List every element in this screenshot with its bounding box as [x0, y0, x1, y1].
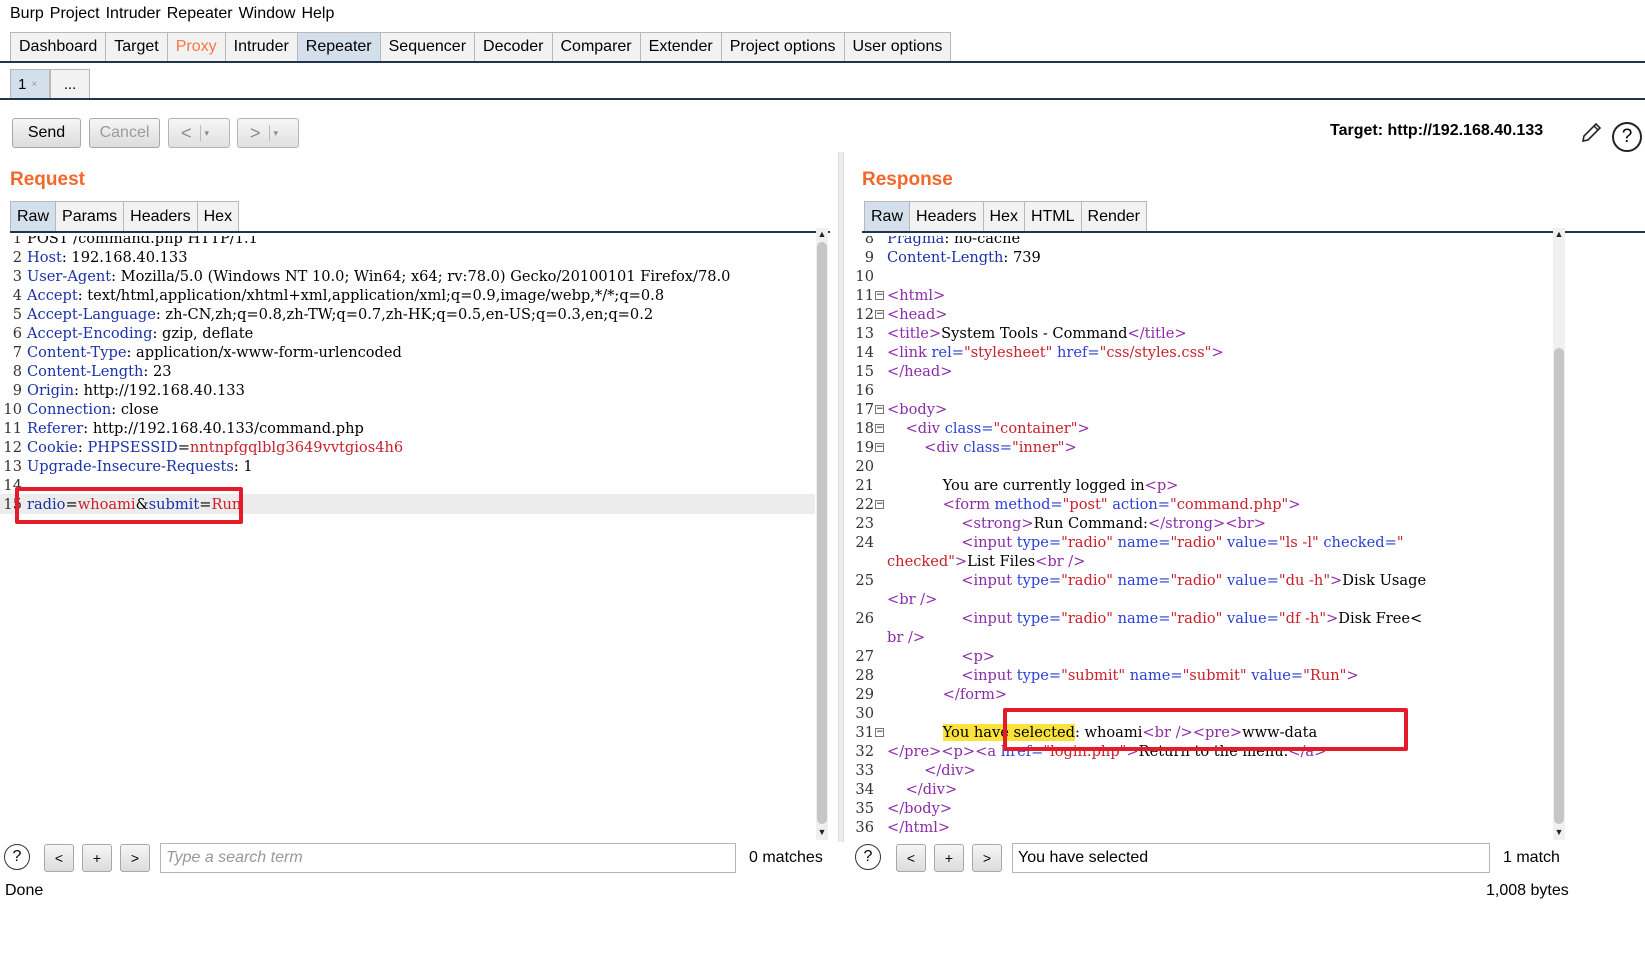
menu-bar: Burp Project Intruder Repeater Window He… [0, 0, 1645, 27]
response-tabs: Raw Headers Hex HTML Render [864, 201, 1147, 232]
tab-project-options[interactable]: Project options [720, 32, 844, 62]
menu-burp[interactable]: Burp [10, 5, 44, 23]
response-match-count: 1 match [1503, 849, 1560, 866]
menu-intruder[interactable]: Intruder [106, 5, 161, 23]
menu-help[interactable]: Help [301, 5, 334, 23]
chevron-left-icon: < [181, 122, 192, 143]
menu-project[interactable]: Project [50, 5, 100, 23]
tab-target[interactable]: Target [105, 32, 167, 62]
search-options-button[interactable]: + [934, 844, 964, 872]
response-output-highlight-box [1003, 708, 1408, 751]
search-next-button[interactable]: > [972, 844, 1002, 872]
tab-sequencer[interactable]: Sequencer [379, 32, 475, 62]
close-icon[interactable]: × [31, 79, 37, 90]
cancel-button[interactable]: Cancel [89, 118, 160, 148]
tab-response-raw[interactable]: Raw [864, 201, 910, 232]
tab-request-hex[interactable]: Hex [196, 201, 240, 232]
repeater-tabs-divider [0, 98, 1645, 100]
search-prev-button[interactable]: < [896, 844, 926, 872]
request-scrollbar[interactable]: ▲ ▼ [816, 228, 828, 840]
main-tabs-divider [0, 61, 1645, 63]
request-tabs: Raw Params Headers Hex [10, 201, 240, 232]
tab-repeater[interactable]: Repeater [296, 32, 380, 62]
scroll-up-icon[interactable]: ▲ [816, 228, 828, 240]
scroll-thumb[interactable] [817, 242, 827, 824]
target-label: Target: http://192.168.40.133 [1330, 122, 1544, 139]
menu-repeater[interactable]: Repeater [167, 5, 233, 23]
help-icon[interactable]: ? [855, 844, 881, 870]
chevron-right-icon: > [250, 122, 261, 143]
request-body-highlight-box [15, 487, 243, 524]
tab-user-options[interactable]: User options [843, 32, 952, 62]
response-scrollbar[interactable]: ▲ ▼ [1553, 228, 1565, 840]
tab-response-hex[interactable]: Hex [982, 201, 1024, 232]
request-tabs-divider [10, 231, 830, 233]
search-options-button[interactable]: + [82, 844, 112, 872]
dropdown-arrow-icon[interactable]: ▾ [199, 125, 209, 141]
tab-proxy[interactable]: Proxy [166, 32, 225, 62]
pencil-icon[interactable] [1578, 120, 1604, 146]
tab-dashboard[interactable]: Dashboard [10, 32, 106, 62]
scroll-down-icon[interactable]: ▼ [816, 826, 828, 838]
repeater-tabs: 1 × ... [10, 69, 90, 99]
response-title: Response [862, 169, 953, 190]
help-icon[interactable]: ? [4, 844, 30, 870]
search-prev-button[interactable]: < [44, 844, 74, 872]
response-tabs-divider [862, 231, 1645, 233]
help-icon[interactable]: ? [1612, 122, 1642, 152]
repeater-tab-more[interactable]: ... [50, 69, 90, 99]
send-button[interactable]: Send [12, 118, 81, 148]
repeater-tab-1-label: 1 [18, 75, 27, 93]
status-text: Done [5, 882, 44, 899]
tab-decoder[interactable]: Decoder [474, 32, 552, 62]
tab-request-headers[interactable]: Headers [123, 201, 197, 232]
tab-response-headers[interactable]: Headers [909, 201, 983, 232]
tab-response-render[interactable]: Render [1080, 201, 1147, 232]
back-button[interactable]: < ▾ [168, 118, 230, 148]
repeater-tab-1[interactable]: 1 × [10, 69, 50, 99]
main-tabs: Dashboard Target Proxy Intruder Repeater… [10, 32, 952, 62]
tab-request-raw[interactable]: Raw [10, 201, 56, 232]
forward-button[interactable]: > ▾ [237, 118, 299, 148]
tab-intruder[interactable]: Intruder [224, 32, 297, 62]
scroll-down-icon[interactable]: ▼ [1553, 826, 1565, 838]
search-next-button[interactable]: > [120, 844, 150, 872]
request-match-count: 0 matches [749, 849, 823, 866]
response-search-input[interactable] [1012, 843, 1490, 873]
menu-window[interactable]: Window [239, 5, 296, 23]
scroll-thumb[interactable] [1554, 348, 1564, 824]
tab-response-html[interactable]: HTML [1023, 201, 1081, 232]
request-editor[interactable]: 1 POST /command.php HTTP/1.1 2 Host: 192.1… [0, 236, 815, 840]
tab-request-params[interactable]: Params [55, 201, 124, 232]
pane-splitter[interactable] [838, 152, 844, 842]
scroll-up-icon[interactable]: ▲ [1553, 228, 1565, 240]
response-size: 1,008 bytes [1486, 882, 1569, 899]
request-search-input[interactable] [160, 843, 736, 873]
tab-extender[interactable]: Extender [639, 32, 721, 62]
dropdown-arrow-icon[interactable]: ▾ [268, 125, 278, 141]
tab-comparer[interactable]: Comparer [551, 32, 640, 62]
request-title: Request [10, 169, 85, 190]
